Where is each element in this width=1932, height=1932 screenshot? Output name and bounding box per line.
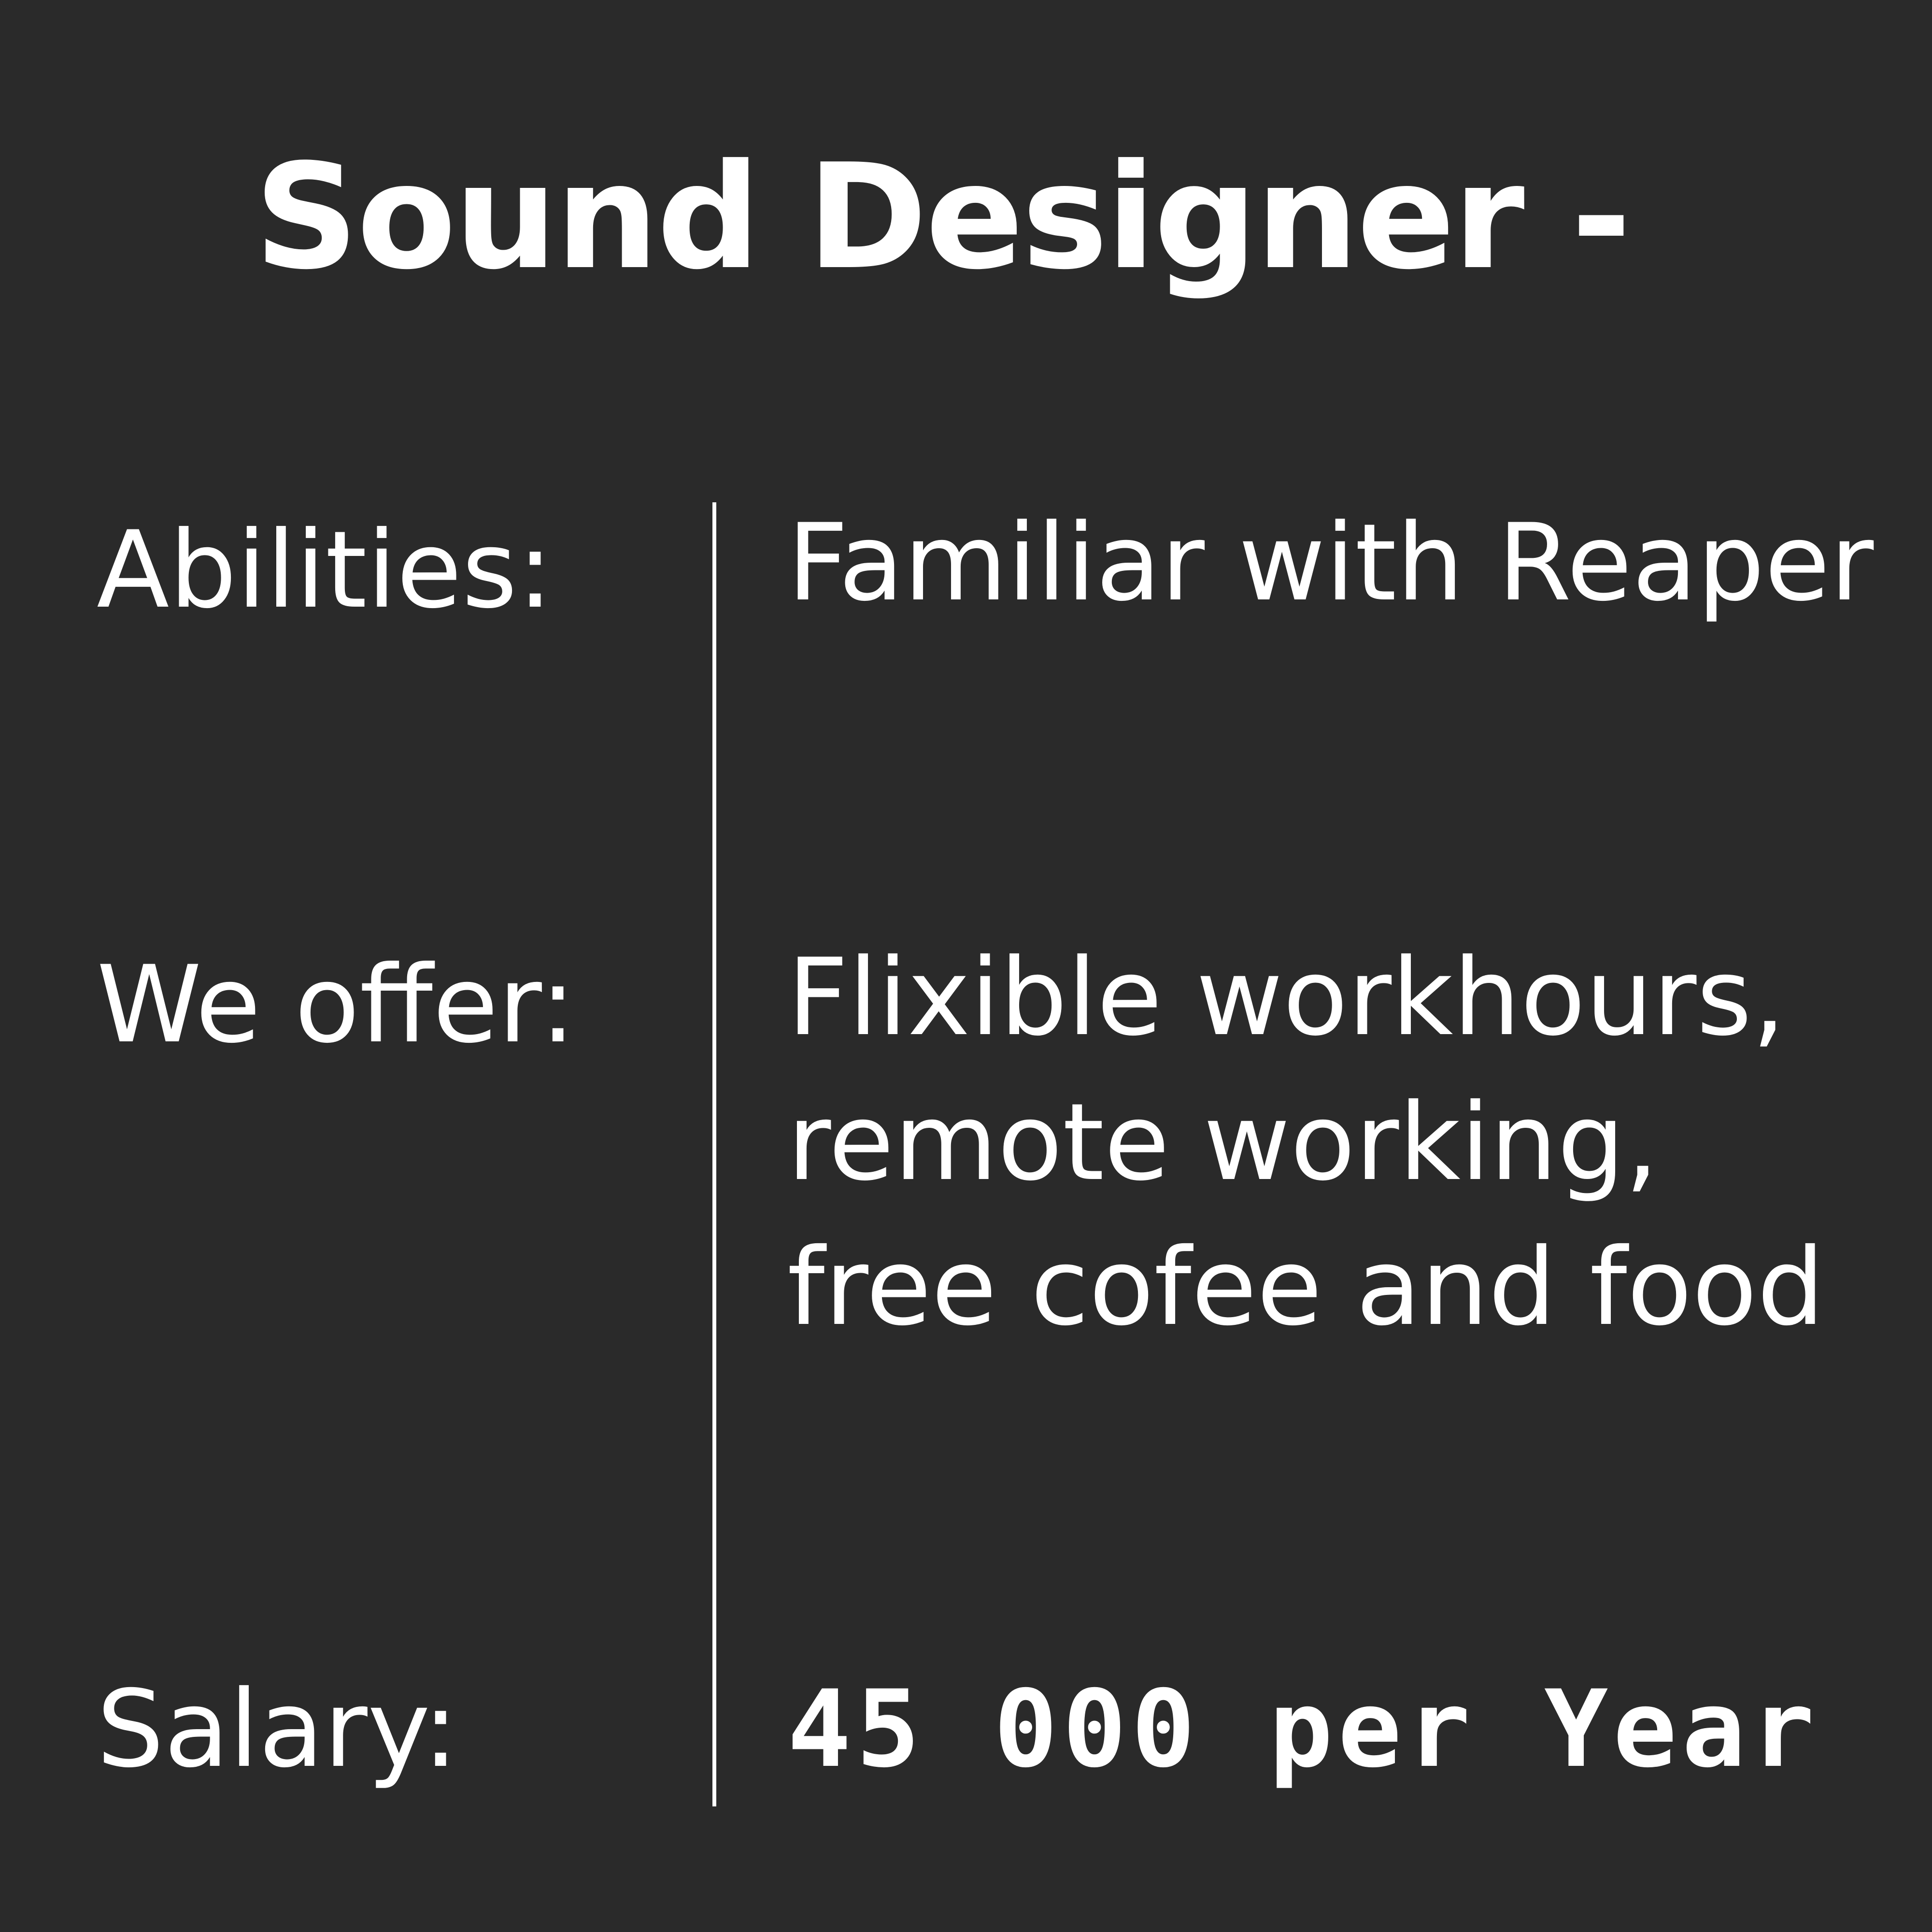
job-card: Sound Designer - Abilities: Familiar wit… <box>0 0 1932 1932</box>
vertical-divider <box>712 502 716 1806</box>
page-title: Sound Designer - <box>254 133 1631 301</box>
abilities-value: Familiar with Reaper <box>787 501 1874 625</box>
salary-value: 45 000 per Year <box>787 1667 1819 1791</box>
abilities-label: Abilities: <box>97 508 553 632</box>
offer-label: We offer: <box>97 943 576 1066</box>
offer-value: Flixible workhours, remote working, free… <box>787 936 1825 1349</box>
salary-label: Salary: <box>97 1667 459 1791</box>
